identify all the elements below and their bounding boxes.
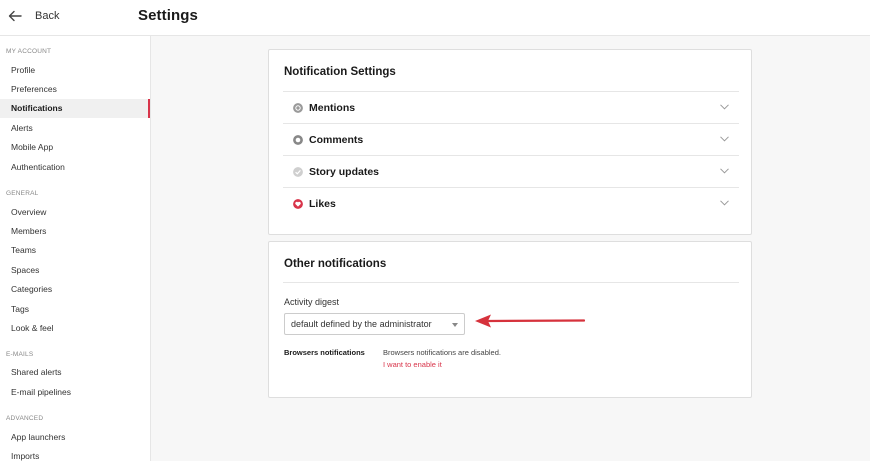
sidebar-item-shared-alerts[interactable]: Shared alerts <box>0 363 150 382</box>
sidebar-item-members[interactable]: Members <box>0 222 150 241</box>
sidebar-item-spaces[interactable]: Spaces <box>0 261 150 280</box>
sidebar-item-alerts[interactable]: Alerts <box>0 119 150 138</box>
back-button[interactable]: Back <box>8 9 59 23</box>
sidebar-item-tags[interactable]: Tags <box>0 300 150 319</box>
sidebar-item-overview[interactable]: Overview <box>0 203 150 222</box>
sidebar-item-app-launchers[interactable]: App launchers <box>0 428 150 447</box>
back-label: Back <box>35 10 60 22</box>
notification-settings-card: Notification Settings Mentions Comments … <box>268 49 752 235</box>
notification-row-likes[interactable]: Likes <box>283 187 739 219</box>
chevron-down-icon <box>720 136 729 142</box>
sidebar-item-profile[interactable]: Profile <box>0 61 150 80</box>
chevron-down-icon <box>720 104 729 110</box>
browser-notifications-label: Browsers notifications <box>284 348 365 357</box>
page-title: Settings <box>138 7 198 24</box>
sidebar-item-authentication[interactable]: Authentication <box>0 158 150 177</box>
sidebar-heading-my-account: MY ACCOUNT <box>6 48 52 55</box>
story-updates-icon <box>293 167 303 177</box>
notification-row-label: Story updates <box>309 166 380 178</box>
activity-digest-label: Activity digest <box>284 297 340 307</box>
sidebar-item-teams[interactable]: Teams <box>0 241 150 260</box>
comments-icon <box>293 135 303 145</box>
activity-digest-value: default defined by the administrator <box>291 319 432 329</box>
notification-settings-title: Notification Settings <box>284 66 396 78</box>
annotation-arrow-icon <box>475 314 585 328</box>
enable-browser-notifications-link[interactable]: I want to enable it <box>383 360 442 369</box>
arrow-left-icon <box>8 10 22 22</box>
chevron-down-icon <box>720 200 729 206</box>
sidebar-item-look-and-feel[interactable]: Look & feel <box>0 319 150 338</box>
chevron-down-icon <box>720 168 729 174</box>
other-notifications-title: Other notifications <box>284 258 387 270</box>
caret-down-icon <box>452 323 458 327</box>
section-divider <box>283 282 739 283</box>
likes-icon <box>293 199 303 209</box>
browser-notifications-status: Browsers notifications are disabled. <box>383 348 501 357</box>
notification-row-label: Comments <box>309 134 364 146</box>
sidebar-heading-advanced: ADVANCED <box>6 415 44 422</box>
notification-row-label: Likes <box>309 198 336 210</box>
mentions-icon <box>293 103 303 113</box>
notification-row-comments[interactable]: Comments <box>283 123 739 155</box>
sidebar-heading-e-mails: E-MAILS <box>6 351 34 358</box>
sidebar-item-categories[interactable]: Categories <box>0 280 150 299</box>
sidebar-item-mobile-app[interactable]: Mobile App <box>0 138 150 157</box>
sidebar-item-preferences[interactable]: Preferences <box>0 80 150 99</box>
notification-row-story-updates[interactable]: Story updates <box>283 155 739 187</box>
sidebar-item-notifications[interactable]: Notifications <box>0 99 150 118</box>
notification-row-label: Mentions <box>309 102 356 114</box>
sidebar-item-e-mail-pipelines[interactable]: E-mail pipelines <box>0 383 150 402</box>
sidebar-heading-general: GENERAL <box>6 190 39 197</box>
top-bar: Back Settings <box>0 0 870 36</box>
activity-digest-select[interactable]: default defined by the administrator <box>284 313 465 335</box>
sidebar-item-imports[interactable]: Imports <box>0 447 150 461</box>
sidebar: MY ACCOUNT Profile Preferences Notificat… <box>0 36 151 461</box>
main-content: Notification Settings Mentions Comments … <box>151 36 870 461</box>
notification-row-mentions[interactable]: Mentions <box>283 91 739 123</box>
